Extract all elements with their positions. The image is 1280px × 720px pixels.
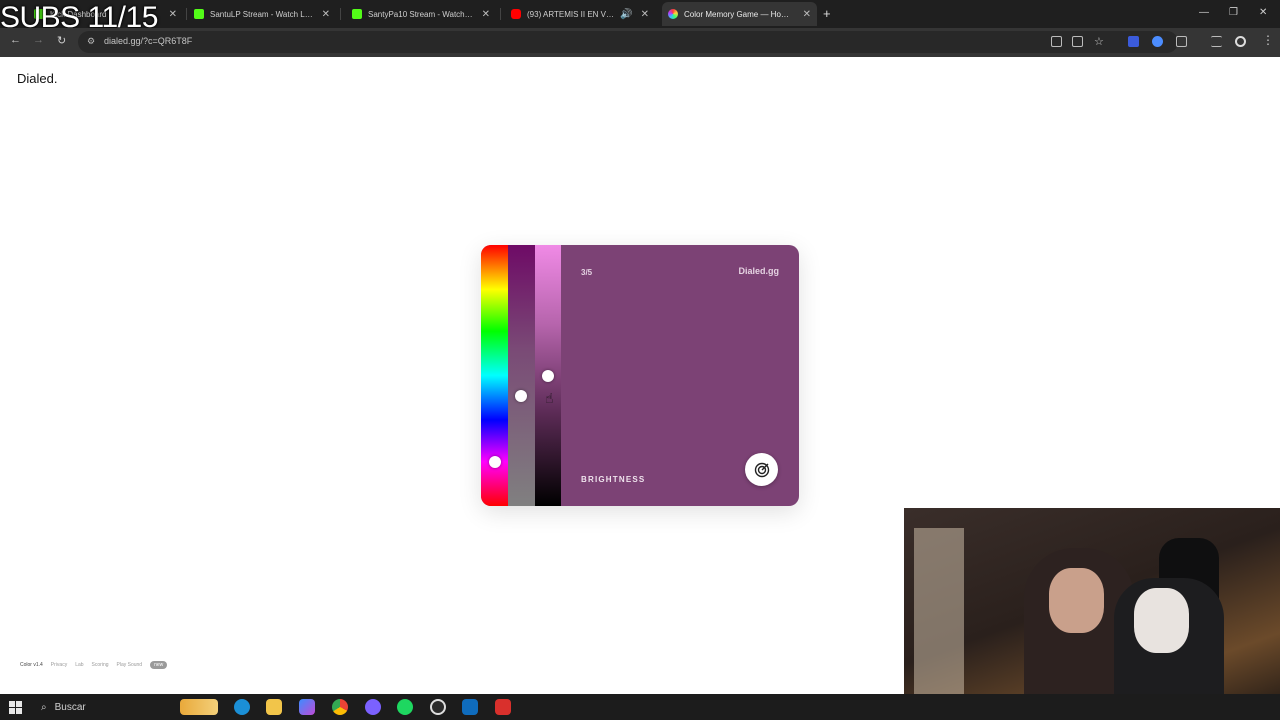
footer-link-play-sound[interactable]: Play Sound <box>117 662 143 668</box>
tab-close-icon[interactable]: ✕ <box>322 9 330 20</box>
tab-close-icon[interactable]: ✕ <box>169 9 177 20</box>
round-counter: 3/5 <box>581 268 593 277</box>
tab-title: (93) ARTEMIS II EN VIVO | R <box>527 9 616 19</box>
site-logo[interactable]: Dialed. <box>17 71 57 86</box>
extension-icon[interactable] <box>1128 36 1139 47</box>
search-icon: ⌕ <box>41 701 47 713</box>
footer-link-lab[interactable]: Lab <box>75 662 83 668</box>
kick-favicon-icon <box>352 9 362 19</box>
new-tab-button[interactable]: + <box>823 6 831 21</box>
target-icon <box>754 462 769 477</box>
tab-artemis[interactable]: (93) ARTEMIS II EN VIVO | R 🔊 ✕ <box>505 2 655 26</box>
slider-mode-label: BRIGHTNESS <box>581 475 646 484</box>
tab-color-memory-game[interactable]: Color Memory Game — How W ✕ <box>662 2 817 26</box>
hand-cursor-icon: ☝ <box>545 390 554 406</box>
webcam-person-left-face <box>1049 568 1104 633</box>
profile-icon[interactable] <box>1235 36 1246 47</box>
webcam-person-right-cap <box>1134 588 1189 653</box>
dialed-favicon-icon <box>668 9 678 19</box>
file-explorer-icon[interactable] <box>266 699 282 715</box>
submit-guess-button[interactable] <box>745 453 778 486</box>
speaker-icon[interactable]: 🔊 <box>620 9 632 20</box>
footer-link-privacy[interactable]: Privacy <box>51 662 67 668</box>
minimize-button[interactable]: — <box>1199 7 1209 18</box>
webcam-background-door <box>914 528 964 708</box>
extensions-puzzle-icon[interactable] <box>1176 36 1187 47</box>
app-icon[interactable] <box>495 699 511 715</box>
youtube-favicon-icon <box>511 9 521 19</box>
tab-title: SantyPa10 Stream - Watch Live <box>368 9 474 19</box>
search-highlight-icon[interactable] <box>180 699 218 715</box>
tab-separator <box>186 8 187 20</box>
card-brand-label: Dialed.gg <box>738 266 779 276</box>
tab-title: SantuLP Stream - Watch Live o <box>210 9 314 19</box>
footer-link-scoring[interactable]: Scoring <box>92 662 109 668</box>
browser-toolbar: ← → ↻ ⚙ dialed.gg/?c=QR6T8F ☆ ⋮ <box>0 28 1280 57</box>
tab-title: Color Memory Game — How W <box>684 9 795 19</box>
edge-icon[interactable] <box>234 699 250 715</box>
forward-arrow-icon[interactable]: → <box>33 34 44 46</box>
tab-santypa10[interactable]: SantyPa10 Stream - Watch Live ✕ <box>346 2 496 26</box>
url-text[interactable]: dialed.gg/?c=QR6T8F <box>104 36 192 46</box>
messenger-icon[interactable] <box>365 699 381 715</box>
extension-icon[interactable] <box>1152 36 1163 47</box>
tab-separator <box>340 8 341 20</box>
outlook-icon[interactable] <box>462 699 478 715</box>
browser-tab-strip: Kick Dashboard ✕ SantuLP Stream - Watch … <box>0 0 1280 28</box>
tab-close-icon[interactable]: ✕ <box>803 9 811 20</box>
color-picker-card: 3/5 Dialed.gg BRIGHTNESS <box>481 245 799 506</box>
menu-kebab-icon[interactable]: ⋮ <box>1262 33 1274 47</box>
windows-taskbar: ⌕ Buscar <box>0 694 1280 720</box>
search-placeholder: Buscar <box>54 701 86 713</box>
tab-separator <box>500 8 501 20</box>
saturation-slider[interactable] <box>508 245 535 506</box>
reload-icon[interactable]: ↻ <box>57 34 66 47</box>
spotify-icon[interactable] <box>397 699 413 715</box>
restore-button[interactable]: ❐ <box>1229 7 1238 18</box>
start-icon[interactable] <box>9 701 22 714</box>
back-arrow-icon[interactable]: ← <box>10 34 21 46</box>
tab-close-icon[interactable]: ✕ <box>482 9 490 20</box>
version-label: Color v1.4 <box>20 662 43 668</box>
copilot-icon[interactable] <box>299 699 315 715</box>
kick-favicon-icon <box>194 9 204 19</box>
address-bar[interactable]: ⚙ dialed.gg/?c=QR6T8F <box>78 31 1178 53</box>
brightness-slider-handle[interactable] <box>542 369 554 382</box>
page-footer: Color v1.4 Privacy Lab Scoring Play Soun… <box>20 661 168 669</box>
tab-santulp[interactable]: SantuLP Stream - Watch Live o ✕ <box>188 2 336 26</box>
chrome-icon[interactable] <box>332 699 348 715</box>
translate-icon[interactable] <box>1051 36 1062 47</box>
tab-close-icon[interactable]: ✕ <box>641 9 649 20</box>
obs-icon[interactable] <box>430 699 446 715</box>
webcam-overlay <box>904 508 1280 720</box>
media-controls-icon[interactable] <box>1211 36 1222 47</box>
new-badge: new <box>150 661 168 669</box>
hue-slider-handle[interactable] <box>489 455 501 468</box>
bookmark-star-icon[interactable]: ☆ <box>1094 35 1104 48</box>
close-window-button[interactable]: ✕ <box>1259 7 1267 18</box>
install-app-icon[interactable] <box>1072 36 1083 47</box>
site-settings-icon[interactable]: ⚙ <box>87 36 97 46</box>
